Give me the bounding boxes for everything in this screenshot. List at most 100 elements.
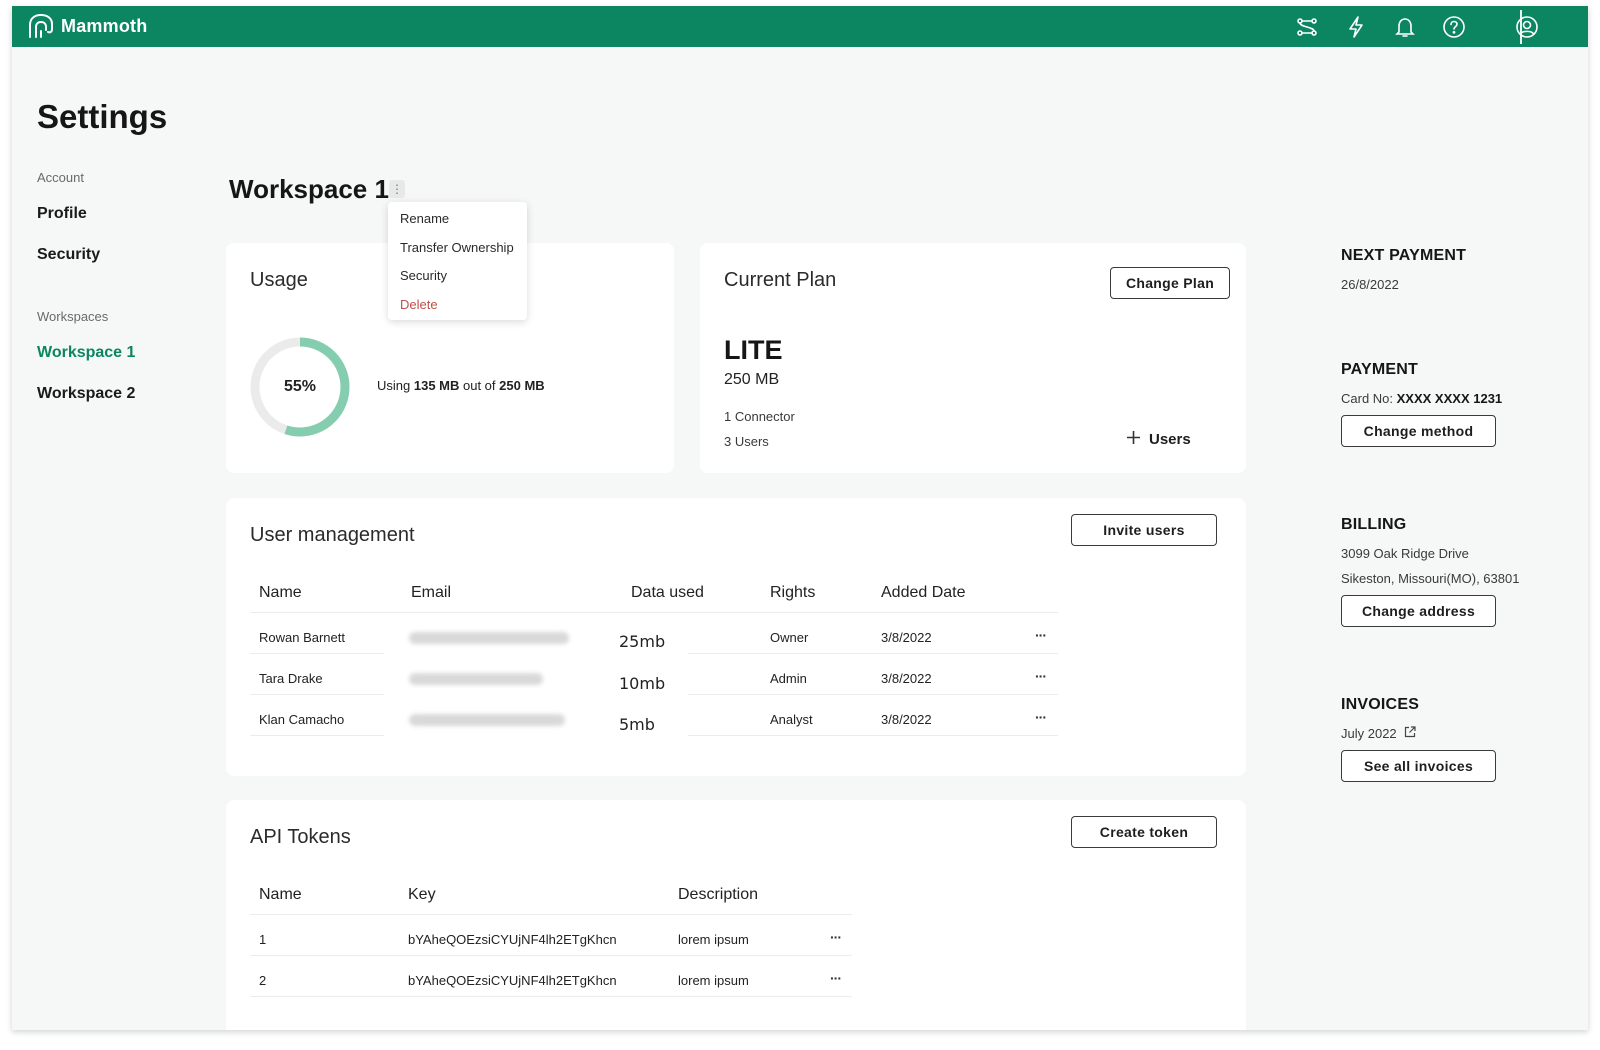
data-used-cell: 5mb	[619, 715, 655, 734]
usage-title: Usage	[250, 269, 308, 291]
card-number: XXXX XXXX 1231	[1396, 391, 1503, 406]
menu-item-security[interactable]: Security	[400, 268, 447, 283]
billing-address-line-2: Sikeston, Missouri(MO), 63801	[1341, 571, 1520, 586]
added-date-cell: 3/8/2022	[881, 712, 932, 727]
row-options-button[interactable]: ···	[830, 970, 842, 986]
email-cell-redacted	[409, 632, 569, 644]
api-tokens-card: API Tokens Create token Name Key Descrip…	[226, 800, 1246, 1030]
nav-section-account: Account	[37, 170, 84, 185]
usage-text: Using 135 MB out of 250 MB	[377, 378, 545, 393]
top-bar: Mammoth	[12, 6, 1588, 47]
app-window: Mammoth Settings Account Profile Securit…	[12, 6, 1588, 1030]
menu-item-transfer-ownership[interactable]: Transfer Ownership	[400, 240, 514, 255]
added-date-cell: 3/8/2022	[881, 671, 932, 686]
column-header-added-date: Added Date	[881, 584, 966, 601]
usage-percent: 55%	[283, 378, 317, 395]
column-header-data-used: Data used	[631, 584, 704, 601]
token-description-cell: lorem ipsum	[678, 973, 749, 988]
page-title: Settings	[37, 98, 168, 135]
workspace-title: Workspace 1	[229, 174, 389, 204]
row-divider	[250, 996, 852, 997]
plan-size: 250 MB	[724, 371, 780, 388]
row-divider	[688, 694, 1058, 695]
next-payment-date: 26/8/2022	[1341, 277, 1399, 292]
plan-name: LITE	[724, 335, 783, 365]
menu-item-rename[interactable]: Rename	[400, 211, 449, 226]
user-name-cell: Tara Drake	[259, 671, 323, 686]
rights-cell: Admin	[770, 671, 807, 686]
data-used-cell: 25mb	[619, 632, 666, 651]
menu-item-delete[interactable]: Delete	[400, 297, 438, 312]
usage-used: 135 MB	[413, 378, 460, 393]
user-name-cell: Klan Camacho	[259, 712, 345, 727]
user-name-cell: Rowan Barnett	[259, 630, 345, 645]
create-token-button[interactable]: Create token	[1071, 816, 1217, 848]
row-divider	[250, 735, 384, 736]
nav-item-security[interactable]: Security	[37, 246, 100, 264]
row-divider	[250, 955, 852, 956]
change-method-button[interactable]: Change method	[1341, 415, 1496, 447]
change-plan-button[interactable]: Change Plan	[1110, 267, 1230, 299]
current-plan-card: Current Plan Change Plan LITE 250 MB 1 C…	[700, 243, 1246, 473]
bell-icon[interactable]	[1392, 14, 1418, 40]
rights-cell: Owner	[770, 630, 809, 645]
workspace-options-menu: Rename Transfer Ownership Security Delet…	[388, 202, 527, 320]
row-divider	[250, 694, 384, 695]
nav-section-workspaces: Workspaces	[37, 309, 109, 324]
rights-cell: Analyst	[770, 712, 813, 727]
add-users-label: Users	[1149, 431, 1191, 448]
latest-invoice-link[interactable]: July 2022	[1341, 726, 1416, 741]
see-all-invoices-button[interactable]: See all invoices	[1341, 750, 1496, 782]
token-key-cell: bYAheQOEzsiCYUjNF4lh2ETgKhcn	[408, 973, 617, 988]
column-header-email: Email	[411, 584, 452, 601]
email-cell-redacted	[409, 714, 565, 726]
plan-users: 3 Users	[724, 434, 769, 449]
add-users-button[interactable]: Users	[1127, 431, 1191, 448]
app-name: Mammoth	[61, 15, 148, 36]
usage-text-prefix: Using	[377, 378, 414, 393]
nav-item-workspace-1[interactable]: Workspace 1	[37, 344, 135, 362]
payment-title: PAYMENT	[1341, 361, 1418, 378]
plan-connectors: 1 Connector	[724, 409, 795, 424]
column-header-description: Description	[678, 886, 759, 903]
invoices-title: INVOICES	[1341, 696, 1420, 713]
token-name-cell: 2	[259, 973, 267, 988]
plan-title: Current Plan	[724, 269, 837, 291]
row-options-button[interactable]: ···	[1035, 709, 1047, 725]
user-avatar-icon[interactable]	[1514, 14, 1540, 40]
added-date-cell: 3/8/2022	[881, 630, 932, 645]
nav-item-profile[interactable]: Profile	[37, 205, 87, 223]
column-header-name: Name	[259, 886, 302, 903]
lightning-icon[interactable]	[1343, 14, 1369, 40]
plus-icon	[1127, 431, 1140, 448]
table-divider	[250, 914, 852, 915]
app-logo[interactable]: Mammoth	[27, 13, 147, 39]
connections-icon[interactable]	[1294, 14, 1320, 40]
user-management-title: User management	[250, 524, 415, 546]
next-payment-title: NEXT PAYMENT	[1341, 247, 1467, 264]
table-divider	[250, 612, 1058, 613]
card-prefix: Card No:	[1341, 391, 1397, 406]
email-cell-redacted	[409, 673, 543, 685]
usage-total: 250 MB	[499, 378, 545, 393]
mammoth-logo-icon	[27, 13, 55, 39]
user-management-card: User management Invite users Name Email …	[226, 498, 1246, 776]
token-name-cell: 1	[259, 932, 267, 947]
row-options-button[interactable]: ···	[1035, 627, 1047, 643]
token-description-cell: lorem ipsum	[678, 932, 749, 947]
column-header-key: Key	[408, 886, 436, 903]
workspace-options-button[interactable]: ⋮	[389, 180, 405, 198]
token-key-cell: bYAheQOEzsiCYUjNF4lh2ETgKhcn	[408, 932, 617, 947]
row-divider	[688, 653, 1058, 654]
data-used-cell: 10mb	[619, 674, 666, 693]
row-options-button[interactable]: ···	[830, 929, 842, 945]
row-divider	[688, 735, 1058, 736]
api-tokens-title: API Tokens	[250, 826, 351, 848]
nav-item-workspace-2[interactable]: Workspace 2	[37, 385, 135, 403]
row-options-button[interactable]: ···	[1035, 668, 1047, 684]
column-header-name: Name	[259, 584, 302, 601]
external-link-icon	[1404, 726, 1416, 741]
help-icon[interactable]	[1441, 14, 1467, 40]
change-address-button[interactable]: Change address	[1341, 595, 1496, 627]
invite-users-button[interactable]: Invite users	[1071, 514, 1217, 546]
